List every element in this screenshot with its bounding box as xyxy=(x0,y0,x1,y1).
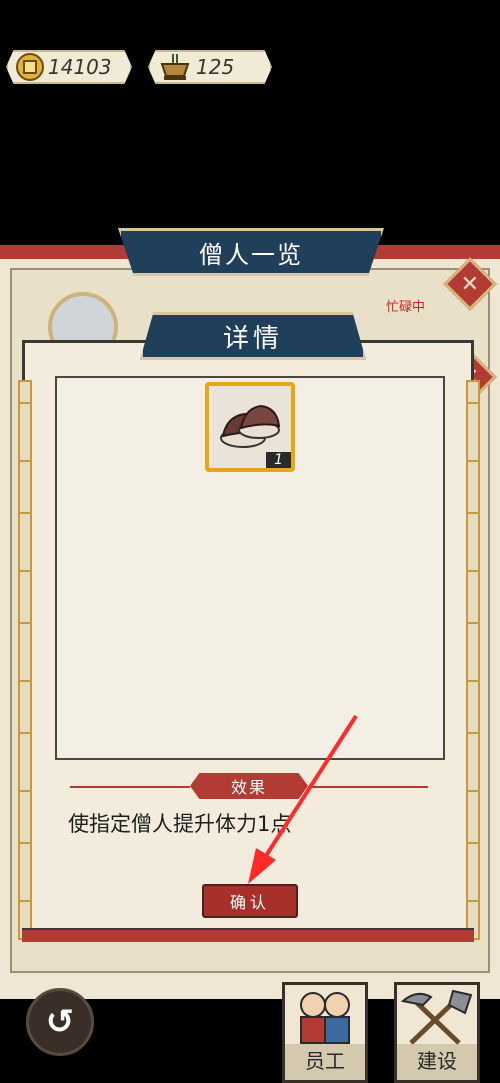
coin-counter: 14103 xyxy=(6,50,132,84)
build-tools-icon xyxy=(400,989,473,1045)
close-icon: ✕ xyxy=(460,271,480,297)
left-rail xyxy=(18,380,32,940)
effect-label: 效果 xyxy=(230,778,267,797)
effect-divider-right xyxy=(308,786,428,788)
detail-title-banner: 详情 xyxy=(140,312,366,360)
build-tab-label: 建设 xyxy=(417,1049,457,1073)
item-slot[interactable]: 1 xyxy=(205,382,295,472)
staff-tab[interactable]: 员工 xyxy=(282,982,368,1083)
coin-value: 14103 xyxy=(48,55,112,79)
confirm-label: 确认 xyxy=(229,893,270,912)
effect-divider-left xyxy=(70,786,190,788)
monk-list-title-banner: 僧人一览 xyxy=(118,228,384,276)
staff-icon xyxy=(300,992,350,1044)
confirm-button[interactable]: 确认 xyxy=(202,884,298,918)
effect-label-tag: 效果 xyxy=(190,773,308,799)
monk-status: 忙碌中 xyxy=(386,300,426,315)
incense-counter: 125 xyxy=(148,50,272,84)
effect-description: 使指定僧人提升体力1点 xyxy=(68,812,292,836)
undo-arrow-icon: ↺ xyxy=(45,1002,75,1042)
item-quantity: 1 xyxy=(266,452,291,468)
detail-title: 详情 xyxy=(222,323,283,354)
staff-tab-label: 员工 xyxy=(305,1049,345,1073)
dialog-bottom-bar xyxy=(22,928,474,942)
coin-icon xyxy=(16,53,44,81)
monk-list-title: 僧人一览 xyxy=(199,240,303,269)
incense-burner-icon xyxy=(160,54,190,80)
incense-value: 125 xyxy=(196,55,235,79)
right-rail xyxy=(466,380,480,940)
build-tab[interactable]: 建设 xyxy=(394,982,480,1083)
back-button[interactable]: ↺ xyxy=(26,988,94,1056)
